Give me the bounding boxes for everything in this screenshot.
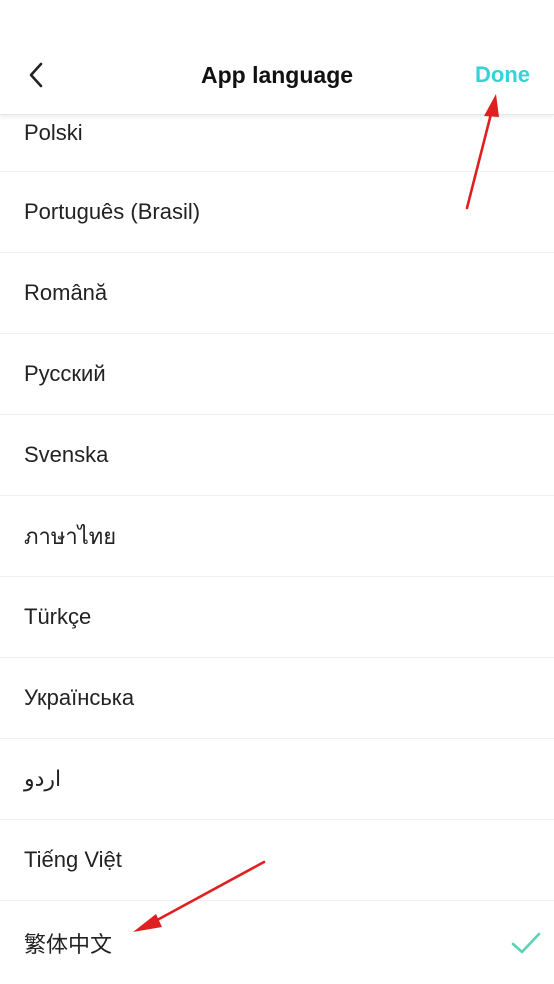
language-label: ภาษาไทย <box>24 523 117 549</box>
done-button[interactable]: Done <box>475 58 530 92</box>
language-item-turkce[interactable]: Türkçe <box>0 577 554 658</box>
language-label: Tiếng Việt <box>24 847 122 872</box>
language-item-urdu[interactable]: اردو <box>0 739 554 820</box>
app-language-screen: App language Done Polski Português (Bras… <box>0 0 554 984</box>
language-list[interactable]: Polski Português (Brasil) Română Русский… <box>0 92 554 984</box>
language-item-ukrainian[interactable]: Українська <box>0 658 554 739</box>
top-bar: App language Done <box>0 0 554 115</box>
language-label: Svenska <box>24 442 109 467</box>
language-item-traditional-chinese[interactable]: 繁体中文 <box>0 901 554 984</box>
language-label: Русский <box>24 361 106 386</box>
page-title: App language <box>200 62 354 88</box>
language-label: 繁体中文 <box>24 932 113 957</box>
language-item-russian[interactable]: Русский <box>0 334 554 415</box>
language-label: Română <box>24 280 108 305</box>
language-label: اردو <box>24 766 62 791</box>
check-icon <box>511 932 541 954</box>
language-label: Polski <box>24 120 83 145</box>
language-item-thai[interactable]: ภาษาไทย <box>0 496 554 577</box>
language-item-portugues-brasil[interactable]: Português (Brasil) <box>0 172 554 253</box>
language-label: Türkçe <box>24 604 92 629</box>
language-item-romana[interactable]: Română <box>0 253 554 334</box>
language-label: Português (Brasil) <box>24 199 201 224</box>
language-item-svenska[interactable]: Svenska <box>0 415 554 496</box>
language-label: Українська <box>24 685 135 710</box>
language-item-vietnamese[interactable]: Tiếng Việt <box>0 820 554 901</box>
